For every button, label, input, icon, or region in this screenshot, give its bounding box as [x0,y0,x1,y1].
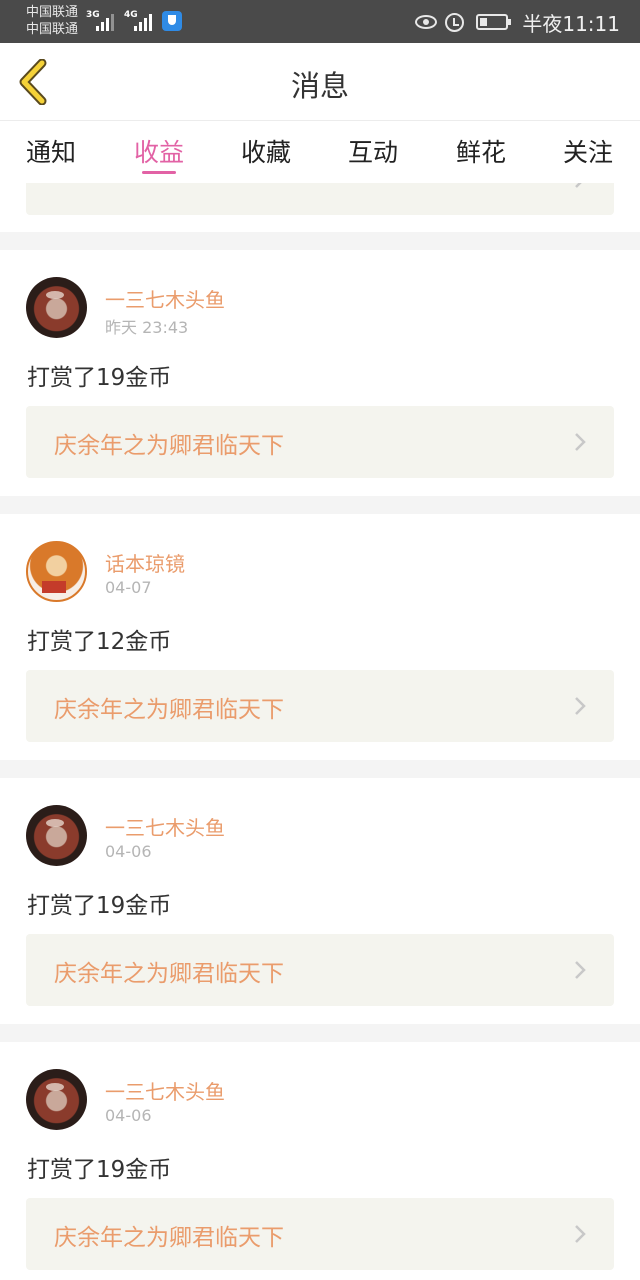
reward-text: 打赏了12金币 [27,629,172,655]
carrier-labels: 中国联通 中国联通 [26,4,78,38]
book-link[interactable]: 庆余年之为卿君临天下 [26,1198,614,1270]
chevron-right-icon [575,1225,586,1243]
tab-notifications[interactable]: 通知 [6,133,96,169]
tab-flowers[interactable]: 鲜花 [436,133,526,169]
book-title: 庆余年之为卿君临天下 [54,697,284,723]
chevron-right-icon [575,697,586,715]
message-card: 一三七木头鱼 04-06 打赏了19金币 庆余年之为卿君临天下 [0,1042,640,1280]
message-date: 04-07 [105,578,152,597]
carrier-1: 中国联通 [26,5,79,20]
eye-comfort-icon [415,15,438,29]
carrier-2: 中国联通 [26,22,79,37]
book-link[interactable]: 庆余年之为卿君临天下 [26,670,614,742]
book-link[interactable]: 庆余年之为卿君临天下 [26,934,614,1006]
avatar[interactable] [26,277,87,338]
message-card-partial [0,183,640,232]
active-tab-indicator [142,171,176,174]
avatar[interactable] [26,1069,87,1130]
page-title: 消息 [290,69,349,103]
reward-text: 打赏了19金币 [27,1157,172,1183]
tab-bar: 通知 收益 收藏 互动 鲜花 关注 [0,120,640,183]
tab-earnings[interactable]: 收益 [114,133,204,169]
chevron-right-icon [575,961,586,979]
book-title: 庆余年之为卿君临天下 [54,433,284,459]
username[interactable]: 话本琼镜 [105,548,185,577]
message-list[interactable]: 一三七木头鱼 昨天 23:43 打赏了19金币 庆余年之为卿君临天下 话本琼镜 … [0,183,640,1280]
tab-following[interactable]: 关注 [543,133,633,169]
message-card: 一三七木头鱼 昨天 23:43 打赏了19金币 庆余年之为卿君临天下 [0,250,640,496]
reward-text: 打赏了19金币 [27,365,172,391]
security-shield-icon [162,11,182,31]
username[interactable]: 一三七木头鱼 [105,1076,225,1105]
message-date: 04-06 [105,842,152,861]
username[interactable]: 一三七木头鱼 [105,812,225,841]
reward-text: 打赏了19金币 [27,893,172,919]
book-title: 庆余年之为卿君临天下 [54,961,284,987]
alarm-clock-icon [445,12,465,32]
message-card: 话本琼镜 04-07 打赏了12金币 庆余年之为卿君临天下 [0,514,640,760]
clock-time: 半夜11:11 [522,11,620,36]
tab-favorites[interactable]: 收藏 [221,133,311,169]
book-title: 庆余年之为卿君临天下 [54,1225,284,1251]
status-bar: 中国联通 中国联通 3G 4G 半夜11:11 [0,0,640,43]
book-link-partial[interactable] [26,183,614,215]
username[interactable]: 一三七木头鱼 [105,284,225,313]
book-link[interactable]: 庆余年之为卿君临天下 [26,406,614,478]
chevron-right-icon [575,183,582,188]
message-date: 昨天 23:43 [105,318,189,337]
avatar[interactable] [26,805,87,866]
message-card: 一三七木头鱼 04-06 打赏了19金币 庆余年之为卿君临天下 [0,778,640,1024]
avatar[interactable] [26,541,87,602]
app-header: 消息 [0,43,640,120]
chevron-right-icon [575,433,586,451]
battery-icon [476,14,512,30]
message-date: 04-06 [105,1106,152,1125]
tab-interactions[interactable]: 互动 [328,133,418,169]
